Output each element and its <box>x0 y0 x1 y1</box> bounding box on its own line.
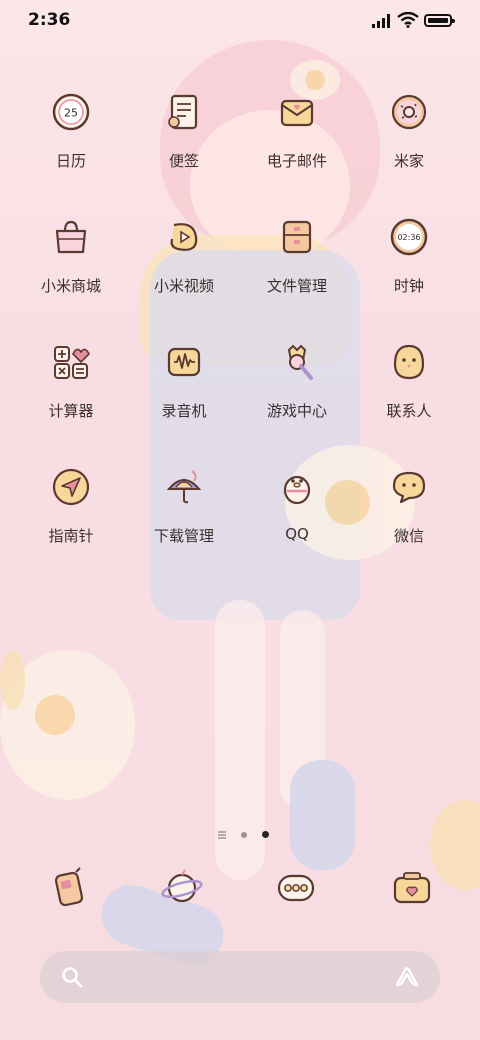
app-label: 便签 <box>168 152 199 170</box>
app-label: 日历 <box>55 152 86 170</box>
app-compass[interactable]: 指南针 <box>16 467 126 546</box>
app-mi-store[interactable]: 小米商城 <box>16 217 126 296</box>
app-label: 时钟 <box>393 277 424 295</box>
wechat-icon <box>392 471 426 504</box>
video-icon <box>170 223 198 251</box>
app-label: QQ <box>285 525 309 543</box>
phone-icon[interactable] <box>48 866 92 910</box>
file-manager-icon <box>282 220 312 254</box>
app-label: 微信 <box>393 527 424 545</box>
email-icon <box>280 99 314 127</box>
recorder-icon <box>167 347 201 377</box>
compass-icon <box>52 468 90 506</box>
clock-icon: 02:36 <box>390 218 428 256</box>
shopping-bag-icon <box>55 220 87 254</box>
clock-time: 02:36 <box>397 233 420 242</box>
menu-lines-icon <box>218 830 226 839</box>
messages-icon[interactable] <box>274 866 318 910</box>
game-center-icon <box>287 344 313 380</box>
app-label: 下载管理 <box>153 527 214 545</box>
app-label: 指南针 <box>48 527 94 545</box>
download-manager-icon <box>166 470 202 504</box>
app-calendar[interactable]: 25 日历 <box>16 92 126 171</box>
app-game-center[interactable]: 游戏中心 <box>242 342 352 421</box>
app-label: 录音机 <box>161 402 207 420</box>
calendar-icon: 25 <box>52 93 90 131</box>
search-icon <box>62 967 83 988</box>
app-download-manager[interactable]: 下载管理 <box>129 467 239 546</box>
contacts-chick-icon <box>393 344 425 380</box>
wallpaper-girl-overalls <box>150 250 360 620</box>
notes-icon <box>168 94 198 130</box>
app-recorder[interactable]: 录音机 <box>129 342 239 421</box>
app-clock[interactable]: 02:36 时钟 <box>354 217 464 296</box>
calendar-date: 25 <box>64 107 78 120</box>
dock <box>0 866 480 916</box>
app-label: 小米商城 <box>40 277 101 295</box>
app-qq[interactable]: QQ <box>242 467 352 543</box>
calculator-icon <box>54 346 90 379</box>
cellular-signal-icon <box>372 14 390 28</box>
app-label: 计算器 <box>48 402 94 420</box>
page-dot <box>241 831 248 838</box>
status-time: 2:36 <box>28 10 71 30</box>
wallpaper-chick <box>0 650 25 710</box>
app-label: 联系人 <box>386 402 432 420</box>
page-indicator[interactable] <box>218 824 270 839</box>
app-email[interactable]: 电子邮件 <box>242 92 352 171</box>
app-label: 电子邮件 <box>266 152 327 170</box>
app-notes[interactable]: 便签 <box>129 92 239 171</box>
mijia-donut-icon <box>391 94 427 130</box>
search-bar[interactable] <box>40 951 440 1003</box>
voice-assistant-icon[interactable] <box>394 966 420 988</box>
app-file-manager[interactable]: 文件管理 <box>242 217 352 296</box>
wallpaper-shoe <box>290 760 355 870</box>
app-calculator[interactable]: 计算器 <box>16 342 126 421</box>
app-wechat[interactable]: 微信 <box>354 467 464 546</box>
app-label: 游戏中心 <box>266 402 327 420</box>
app-contacts[interactable]: 联系人 <box>354 342 464 421</box>
battery-icon <box>424 14 455 27</box>
app-mijia[interactable]: 米家 <box>354 92 464 171</box>
app-mi-video[interactable]: 小米视频 <box>129 217 239 296</box>
camera-icon[interactable] <box>390 866 434 910</box>
wifi-icon <box>397 12 419 28</box>
app-label: 文件管理 <box>266 277 327 295</box>
status-bar: 2:36 <box>0 0 480 42</box>
qq-penguin-icon <box>283 475 311 505</box>
app-label: 小米视频 <box>153 277 214 295</box>
app-label: 米家 <box>393 152 424 170</box>
browser-planet-icon[interactable] <box>160 866 204 910</box>
